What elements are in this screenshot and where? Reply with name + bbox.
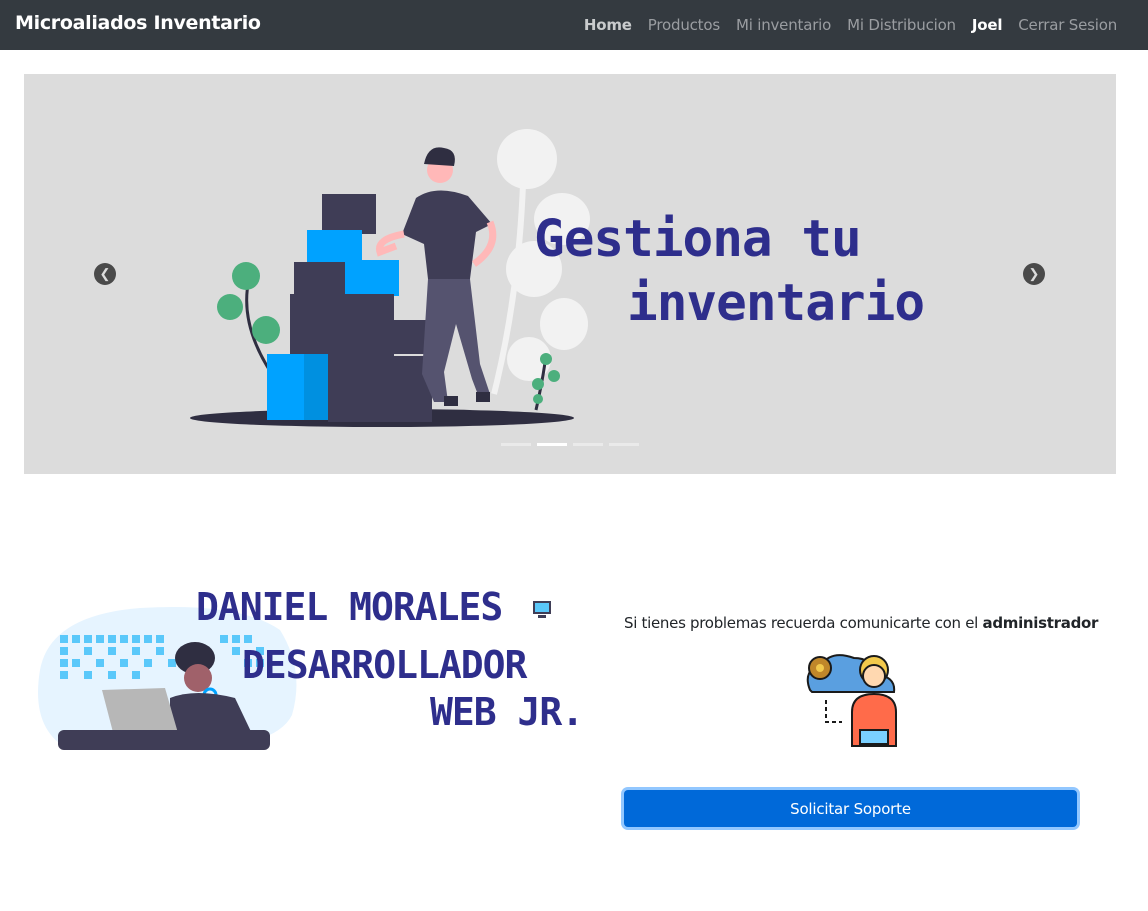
- profile-name: DANIEL MORALES: [196, 585, 503, 629]
- chevron-left-icon: ❮: [99, 266, 111, 281]
- nav-links: Home Productos Mi inventario Mi Distribu…: [568, 0, 1117, 50]
- carousel-indicator-1[interactable]: [501, 443, 531, 446]
- hero-headline-line1: Gestiona tu: [534, 210, 862, 269]
- nav-cerrar-sesion[interactable]: Cerrar Sesion: [1018, 16, 1117, 34]
- carousel-prev-button[interactable]: ❮: [94, 263, 116, 285]
- profile-role-line1: DESARROLLADOR: [242, 643, 527, 687]
- hero-carousel: Gestiona tu inventario ❮ ❯: [24, 74, 1116, 474]
- carousel-indicator-3[interactable]: [573, 443, 603, 446]
- carousel-indicator-2[interactable]: [537, 443, 567, 446]
- carousel-indicators: [501, 443, 645, 446]
- support-message-prefix: Si tienes problemas recuerda comunicarte…: [624, 614, 983, 632]
- support-agent-icon: [806, 654, 897, 747]
- support-message-bold: administrador: [982, 614, 1099, 632]
- navbar: Microaliados Inventario Home Productos M…: [0, 0, 1148, 50]
- nav-home[interactable]: Home: [584, 16, 632, 34]
- carousel-indicator-4[interactable]: [609, 443, 639, 446]
- carousel-next-button[interactable]: ❯: [1023, 263, 1045, 285]
- nav-mi-inventario[interactable]: Mi inventario: [736, 16, 831, 34]
- nav-mi-distribucion[interactable]: Mi Distribucion: [847, 16, 956, 34]
- chevron-right-icon: ❯: [1028, 266, 1040, 281]
- profile-role-line2: WEB JR.: [430, 690, 584, 734]
- support-message: Si tienes problemas recuerda comunicarte…: [624, 614, 1098, 632]
- nav-user[interactable]: Joel: [972, 16, 1003, 34]
- brand-title[interactable]: Microaliados Inventario: [15, 12, 261, 34]
- hero-headline-line2: inventario: [627, 274, 925, 333]
- request-support-button[interactable]: Solicitar Soporte: [624, 790, 1077, 827]
- nav-productos[interactable]: Productos: [648, 16, 720, 34]
- computer-icon: [533, 601, 551, 618]
- inventory-illustration: [190, 129, 590, 427]
